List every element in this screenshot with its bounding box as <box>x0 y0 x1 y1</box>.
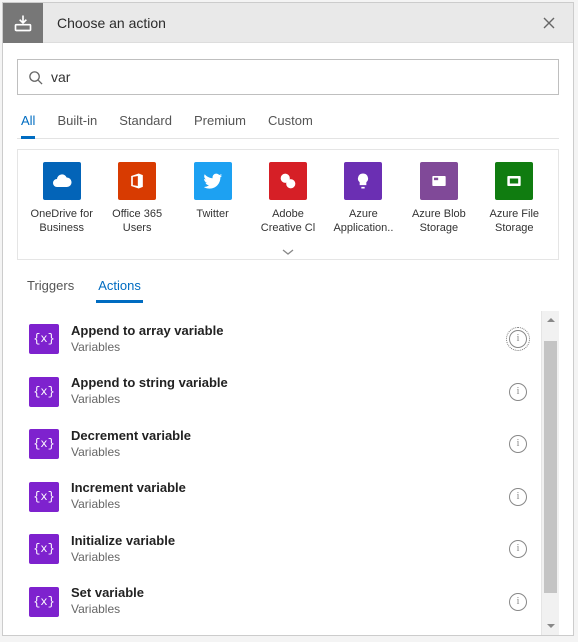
info-icon[interactable]: i <box>509 593 527 611</box>
tab-premium[interactable]: Premium <box>194 109 246 138</box>
connector-adobe-cc[interactable]: Adobe Creative Cl <box>250 160 325 238</box>
scroll-down-button[interactable] <box>542 617 559 635</box>
close-icon <box>543 17 555 29</box>
dialog-body: All Built-in Standard Premium Custom One… <box>3 43 573 635</box>
scroll-thumb[interactable] <box>544 341 557 593</box>
cloud-icon <box>43 162 81 200</box>
tab-custom[interactable]: Custom <box>268 109 313 138</box>
dialog-titlebar: Choose an action <box>3 3 573 43</box>
chevron-up-icon <box>546 316 556 324</box>
adobe-icon <box>269 162 307 200</box>
search-icon <box>28 70 43 85</box>
tab-built-in[interactable]: Built-in <box>57 109 97 138</box>
action-subtitle: Variables <box>71 392 509 408</box>
connector-label: OneDrive for Business <box>27 208 97 236</box>
connector-label: Azure File Storage <box>479 208 549 236</box>
action-subtitle: Variables <box>71 550 509 566</box>
actions-list: {x} Append to array variable Variables i… <box>17 311 541 635</box>
twitter-icon <box>194 162 232 200</box>
action-title: Append to string variable <box>71 375 509 392</box>
choose-action-dialog: Choose an action All Built-in Standard P… <box>2 2 574 636</box>
connector-azure-blob[interactable]: Azure Blob Storage <box>401 160 476 238</box>
info-icon[interactable]: i <box>509 488 527 506</box>
result-sub-tabs: Triggers Actions <box>17 274 559 303</box>
connector-office365-users[interactable]: Office 365 Users <box>99 160 174 238</box>
action-title: Initialize variable <box>71 533 509 550</box>
expand-connectors-button[interactable] <box>17 244 559 260</box>
action-initialize-variable[interactable]: {x} Initialize variable Variables i <box>25 527 537 571</box>
search-field-wrap[interactable] <box>17 59 559 95</box>
action-decrement-variable[interactable]: {x} Decrement variable Variables i <box>25 422 537 466</box>
info-icon[interactable]: i <box>509 435 527 453</box>
connector-label: Azure Blob Storage <box>404 208 474 236</box>
dialog-icon <box>3 3 43 43</box>
variables-icon: {x} <box>29 429 59 459</box>
action-set-variable[interactable]: {x} Set variable Variables i <box>25 579 537 623</box>
connector-label: Adobe Creative Cl <box>253 208 323 236</box>
action-subtitle: Variables <box>71 602 509 618</box>
dialog-title: Choose an action <box>43 15 533 31</box>
variables-icon: {x} <box>29 587 59 617</box>
connector-twitter[interactable]: Twitter <box>175 160 250 238</box>
scroll-track[interactable] <box>542 329 559 617</box>
subtab-actions[interactable]: Actions <box>98 274 141 303</box>
action-subtitle: Variables <box>71 497 509 513</box>
tab-all[interactable]: All <box>21 109 35 138</box>
action-title: Decrement variable <box>71 428 509 445</box>
action-title: Append to array variable <box>71 323 509 340</box>
connector-label: Twitter <box>196 208 228 236</box>
scrollbar[interactable] <box>541 311 559 635</box>
info-icon[interactable]: i <box>509 330 527 348</box>
action-append-array-variable[interactable]: {x} Append to array variable Variables i <box>25 317 537 361</box>
category-tabs: All Built-in Standard Premium Custom <box>17 109 559 139</box>
actions-panel: {x} Append to array variable Variables i… <box>17 311 559 635</box>
chevron-down-icon <box>282 247 294 257</box>
bulb-icon <box>344 162 382 200</box>
blob-icon <box>420 162 458 200</box>
search-input[interactable] <box>43 68 548 86</box>
file-storage-icon <box>495 162 533 200</box>
info-icon[interactable]: i <box>509 540 527 558</box>
variables-icon: {x} <box>29 377 59 407</box>
connector-azure-file[interactable]: Azure File Storage <box>477 160 552 238</box>
variables-icon: {x} <box>29 482 59 512</box>
chevron-down-icon <box>546 622 556 630</box>
variables-icon: {x} <box>29 534 59 564</box>
office-icon <box>118 162 156 200</box>
connector-label: Azure Application.. <box>328 208 398 236</box>
connector-label: Office 365 Users <box>102 208 172 236</box>
action-title: Set variable <box>71 585 509 602</box>
action-increment-variable[interactable]: {x} Increment variable Variables i <box>25 474 537 518</box>
connector-onedrive[interactable]: OneDrive for Business <box>24 160 99 238</box>
action-title: Increment variable <box>71 480 509 497</box>
action-subtitle: Variables <box>71 445 509 461</box>
action-append-string-variable[interactable]: {x} Append to string variable Variables … <box>25 369 537 413</box>
close-button[interactable] <box>533 7 565 39</box>
subtab-triggers[interactable]: Triggers <box>27 274 74 303</box>
variables-icon: {x} <box>29 324 59 354</box>
connector-azure-app-insights[interactable]: Azure Application.. <box>326 160 401 238</box>
info-icon[interactable]: i <box>509 383 527 401</box>
scroll-up-button[interactable] <box>542 311 559 329</box>
tab-standard[interactable]: Standard <box>119 109 172 138</box>
connector-grid: OneDrive for Business Office 365 Users T… <box>17 149 559 244</box>
action-subtitle: Variables <box>71 340 509 356</box>
